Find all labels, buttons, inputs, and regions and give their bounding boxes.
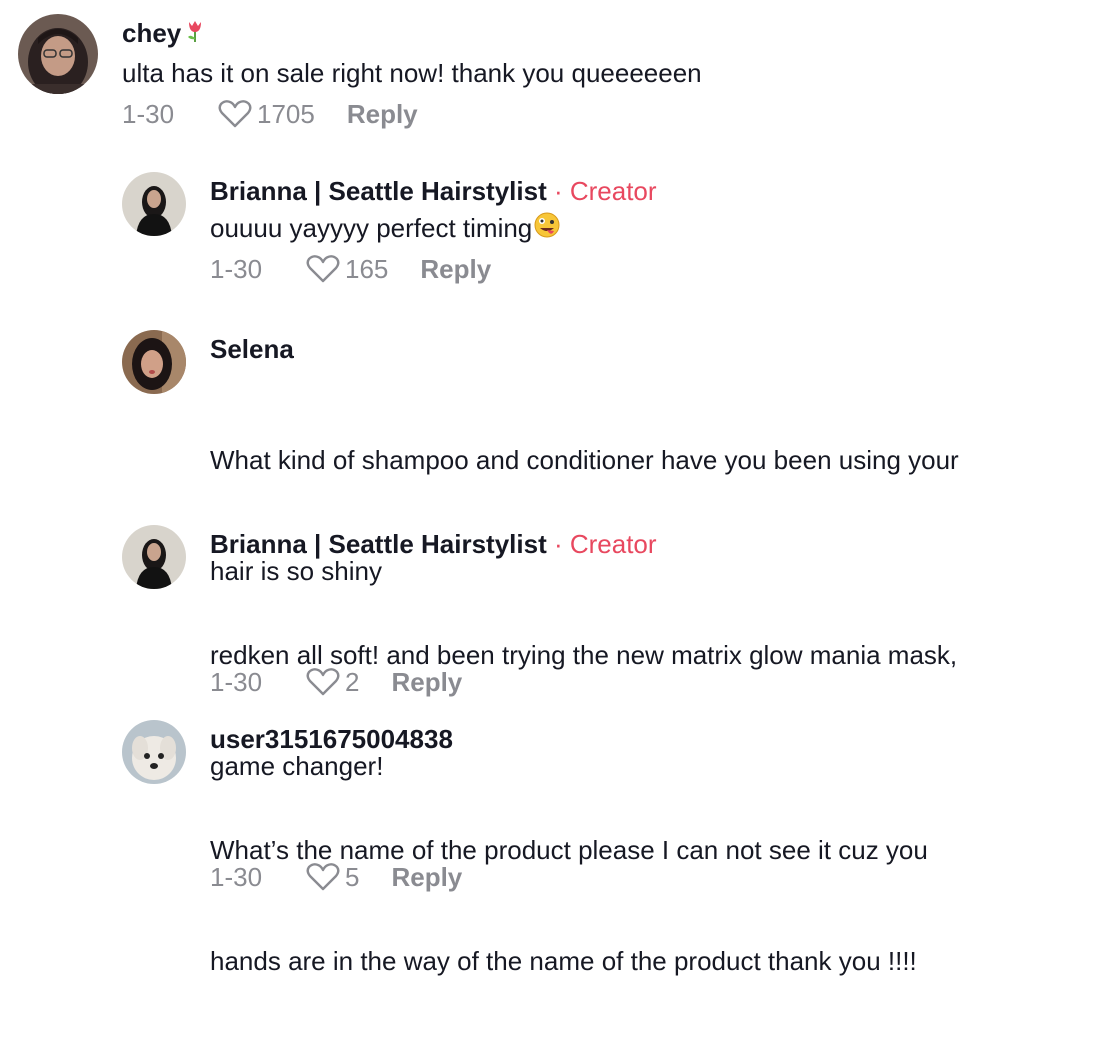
comment-text-line: What kind of shampoo and conditioner hav… [210,445,959,475]
tulip-emoji [182,18,208,50]
comment-text-content: ouuuu yayyyy perfect timing [210,213,533,243]
username[interactable]: user3151675004838 [210,724,928,754]
avatar-brianna[interactable] [122,172,186,236]
like-button[interactable]: 165 [305,254,388,285]
heart-outline-icon [306,255,340,283]
comment-text: What’s the name of the product please I … [210,758,928,1054]
username-text[interactable]: user3151675004838 [210,724,453,754]
heart-outline-icon [218,100,252,128]
avatar-chey[interactable] [18,14,98,94]
zany-face-emoji [533,211,561,249]
comment-text: ulta has it on sale right now! thank you… [122,58,702,88]
username[interactable]: chey [122,18,702,50]
like-count: 1705 [257,98,315,129]
username[interactable]: Selena [210,334,959,364]
username[interactable]: Brianna | Seattle Hairstylist · Creator [210,176,657,206]
avatar-selena[interactable] [122,330,186,394]
comment-chey [18,14,98,94]
reply-button[interactable]: Reply [420,254,491,285]
username-text[interactable]: Brianna | Seattle Hairstylist [210,176,547,206]
comment-body-brianna-1: Brianna | Seattle Hairstylist · Creator … [210,176,657,287]
creator-badge: · Creator [553,529,657,559]
reply-button[interactable]: Reply [347,99,418,130]
reply-brianna-2 [122,525,186,589]
comment-meta: 1-30 1705 Reply [122,96,702,132]
comment-body-user3151675004838: user3151675004838 What’s the name of the… [210,724,928,1054]
comment-meta: 1-30 165 Reply [210,251,657,287]
comment-text-line: hands are in the way of the name of the … [210,946,917,976]
comment-text-line: redken all soft! and been trying the new… [210,640,958,670]
like-button[interactable]: 1705 [217,99,315,130]
reply-user3151675004838 [122,720,186,784]
creator-badge: · Creator [553,176,657,206]
comment-text-line: What’s the name of the product please I … [210,835,928,865]
comment-text: ouuuu yayyyy perfect timing [210,210,657,249]
reply-selena [122,330,186,394]
comment-body-chey: chey ulta has it on sale right now! than… [122,18,702,132]
username-text[interactable]: Selena [210,334,294,364]
avatar-brianna[interactable] [122,525,186,589]
comment-date: 1-30 [122,98,175,129]
username-text[interactable]: chey [122,18,181,48]
comment-date: 1-30 [210,253,263,284]
username[interactable]: Brianna | Seattle Hairstylist · Creator [210,529,957,559]
like-count: 165 [345,253,389,284]
avatar-user3151675004838[interactable] [122,720,186,784]
reply-brianna-1 [122,172,186,236]
username-text[interactable]: Brianna | Seattle Hairstylist [210,529,547,559]
